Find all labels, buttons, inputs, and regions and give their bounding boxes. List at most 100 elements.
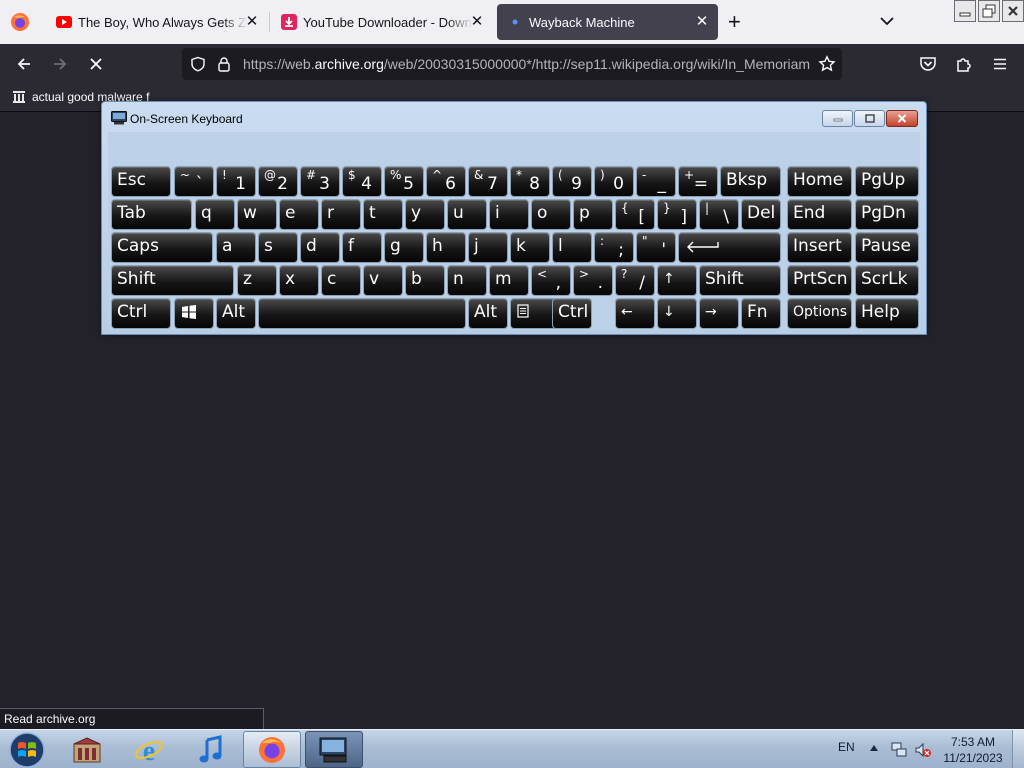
key-caps[interactable]: Caps xyxy=(111,232,213,263)
key-,[interactable]: <, xyxy=(531,265,571,296)
key-6[interactable]: ^ 6 xyxy=(426,166,466,197)
language-indicator[interactable]: EN xyxy=(838,740,855,754)
key-5[interactable]: % 5 xyxy=(384,166,424,197)
key-g[interactable]: g xyxy=(384,232,424,263)
bookmark-star-icon[interactable] xyxy=(818,55,836,73)
key-alt[interactable]: Alt xyxy=(468,298,508,329)
key-space[interactable] xyxy=(258,298,466,329)
minimize-button[interactable] xyxy=(954,0,976,22)
key-4[interactable]: $4 xyxy=(342,166,382,197)
clock[interactable]: 7:53 AM 11/21/2023 xyxy=(940,734,1006,766)
key-ctrl[interactable]: Ctrl xyxy=(552,298,592,329)
key-a[interactable]: a xyxy=(216,232,256,263)
osk-titlebar[interactable]: On-Screen Keyboard xyxy=(102,102,926,134)
key-b[interactable]: b xyxy=(405,265,445,296)
key-/[interactable]: ? / xyxy=(615,265,655,296)
key-esc[interactable]: Esc xyxy=(111,166,171,197)
key-p[interactable]: p xyxy=(573,199,613,230)
osk-minimize-button[interactable] xyxy=(822,110,853,127)
key-ctrl[interactable]: Ctrl xyxy=(111,298,171,329)
key-j[interactable]: j xyxy=(468,232,508,263)
volume-muted-icon[interactable] xyxy=(914,741,932,759)
key-shift[interactable]: Shift xyxy=(699,265,781,296)
key-pgdn[interactable]: PgDn xyxy=(855,199,919,230)
close-tab-icon[interactable]: ✕ xyxy=(244,14,260,30)
key-z[interactable]: z xyxy=(237,265,277,296)
osk-close-button[interactable] xyxy=(886,110,918,127)
key-.[interactable]: >. xyxy=(573,265,613,296)
key-pgup[interactable]: PgUp xyxy=(855,166,919,197)
key-7[interactable]: & 7 xyxy=(468,166,508,197)
tab-wayback-machine[interactable]: Wayback Machine ✕ xyxy=(497,4,718,40)
key-u[interactable]: u xyxy=(447,199,487,230)
close-tab-icon[interactable]: ✕ xyxy=(469,14,485,30)
key-enter-arrow[interactable] xyxy=(678,232,781,263)
key-f[interactable]: f xyxy=(342,232,382,263)
extensions-button[interactable] xyxy=(953,53,975,75)
key-help[interactable]: Help xyxy=(855,298,919,329)
key-tab[interactable]: Tab xyxy=(111,199,192,230)
list-all-tabs-icon[interactable] xyxy=(878,12,896,30)
key-del[interactable]: Del xyxy=(741,199,781,230)
key-end[interactable]: End xyxy=(787,199,852,230)
close-window-button[interactable] xyxy=(1002,0,1024,22)
key-e[interactable]: e xyxy=(279,199,319,230)
new-tab-button[interactable]: + xyxy=(728,11,741,33)
show-desktop-button[interactable] xyxy=(1012,730,1024,768)
key-;[interactable]: :; xyxy=(594,232,634,263)
back-button[interactable] xyxy=(13,53,35,75)
key-scrlk[interactable]: ScrLk xyxy=(855,265,919,296)
key-windows-logo[interactable] xyxy=(174,298,214,329)
key-r[interactable]: r xyxy=(321,199,361,230)
key-s[interactable]: s xyxy=(258,232,298,263)
key-3[interactable]: #3 xyxy=(300,166,340,197)
taskbar-itunes[interactable] xyxy=(182,731,240,768)
forward-button[interactable] xyxy=(49,53,71,75)
pocket-button[interactable] xyxy=(917,53,939,75)
tab-youtube-boy[interactable]: The Boy, Who Always Gets Zero ✕ xyxy=(46,4,268,40)
start-button[interactable] xyxy=(0,731,54,768)
key-'[interactable]: " ' xyxy=(636,232,676,263)
key-up[interactable]: ↑ xyxy=(657,265,697,296)
key-k[interactable]: k xyxy=(510,232,550,263)
close-tab-icon[interactable]: ✕ xyxy=(694,14,710,30)
key-\[interactable]: | \ xyxy=(699,199,739,230)
key-n[interactable]: n xyxy=(447,265,487,296)
key-down[interactable]: ↓ xyxy=(657,298,697,329)
taskbar-archive-app[interactable] xyxy=(58,731,116,768)
lock-icon[interactable] xyxy=(217,56,231,72)
key-o[interactable]: o xyxy=(531,199,571,230)
key-prtscn[interactable]: PrtScn xyxy=(787,265,852,296)
taskbar-on-screen-keyboard[interactable] xyxy=(305,731,363,768)
key-t[interactable]: t xyxy=(363,199,403,230)
osk-maximize-button[interactable] xyxy=(854,110,885,127)
stop-loading-button[interactable] xyxy=(85,53,107,75)
key-fn[interactable]: Fn xyxy=(741,298,781,329)
taskbar-firefox[interactable] xyxy=(243,731,301,768)
key-=[interactable]: + = xyxy=(678,166,718,197)
key-][interactable]: }] xyxy=(657,199,697,230)
network-icon[interactable] xyxy=(890,741,908,759)
key-left[interactable]: ← xyxy=(615,298,655,329)
key-c[interactable]: c xyxy=(321,265,361,296)
key-x[interactable]: x xyxy=(279,265,319,296)
key-q[interactable]: q xyxy=(195,199,235,230)
tab-youtube-downloader[interactable]: YouTube Downloader - Download ✕ xyxy=(271,4,493,40)
key-pause[interactable]: Pause xyxy=(855,232,919,263)
restore-button[interactable] xyxy=(978,0,1000,22)
key-1[interactable]: ! 1 xyxy=(216,166,256,197)
key-l[interactable]: l xyxy=(552,232,592,263)
key-[[interactable]: {[ xyxy=(615,199,655,230)
tracking-protection-shield-icon[interactable] xyxy=(190,56,206,72)
url-bar[interactable]: https://web.archive.org/web/200303150000… xyxy=(182,48,842,80)
key-`[interactable]: ~ ` xyxy=(174,166,214,197)
key-h[interactable]: h xyxy=(426,232,466,263)
key-home[interactable]: Home xyxy=(787,166,852,197)
show-hidden-icons-icon[interactable] xyxy=(870,745,878,751)
key-m[interactable]: m xyxy=(489,265,529,296)
key-insert[interactable]: Insert xyxy=(787,232,852,263)
key-options[interactable]: Options xyxy=(787,298,852,329)
key-shift[interactable]: Shift xyxy=(111,265,234,296)
key-bksp[interactable]: Bksp xyxy=(720,166,781,197)
key-i[interactable]: i xyxy=(489,199,529,230)
